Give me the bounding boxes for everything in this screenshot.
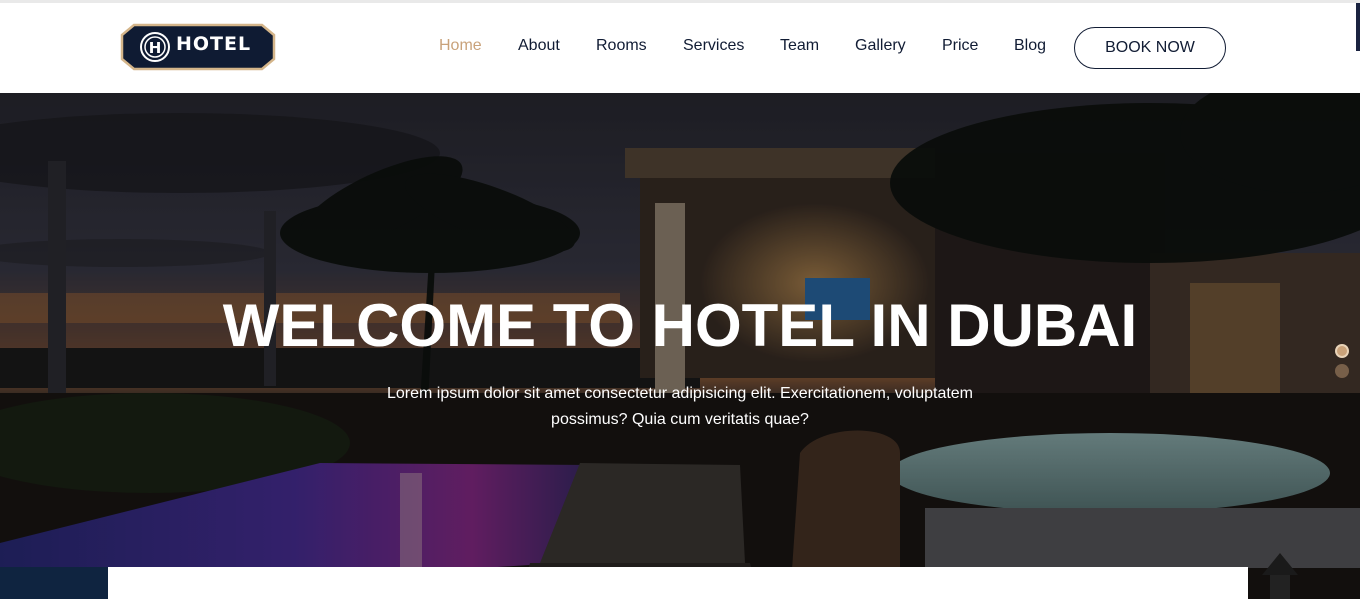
book-now-button[interactable]: BOOK NOW xyxy=(1074,27,1226,69)
nav-rooms[interactable]: Rooms xyxy=(596,37,647,55)
site-header: H HOTEL Home About Rooms Services Team G… xyxy=(0,3,1360,93)
nav-about[interactable]: About xyxy=(518,37,560,55)
nav-price[interactable]: Price xyxy=(942,37,978,55)
nav-gallery[interactable]: Gallery xyxy=(855,37,906,55)
nav-team[interactable]: Team xyxy=(780,37,819,55)
scrollbar-edge xyxy=(1356,3,1360,51)
slider-dot-2[interactable] xyxy=(1335,364,1349,378)
logo-text: HOTEL xyxy=(176,33,252,55)
hero-title: WELCOME TO HOTEL IN DUBAI xyxy=(222,292,1138,359)
nav-blog[interactable]: Blog xyxy=(1014,37,1046,55)
bottom-accent-block xyxy=(0,567,108,599)
hero-subtitle: Lorem ipsum dolor sit amet consectetur a… xyxy=(386,385,974,428)
nav-home[interactable]: Home xyxy=(439,37,482,55)
hero-slider: WELCOME TO HOTEL IN DUBAI Lorem ipsum do… xyxy=(0,93,1360,599)
logo-badge-letter: H xyxy=(149,39,162,57)
booking-card xyxy=(108,567,1248,599)
lamp-icon xyxy=(1262,553,1298,599)
logo[interactable]: H HOTEL xyxy=(120,23,276,71)
slider-dot-1[interactable] xyxy=(1335,344,1349,358)
nav-services[interactable]: Services xyxy=(683,37,744,55)
